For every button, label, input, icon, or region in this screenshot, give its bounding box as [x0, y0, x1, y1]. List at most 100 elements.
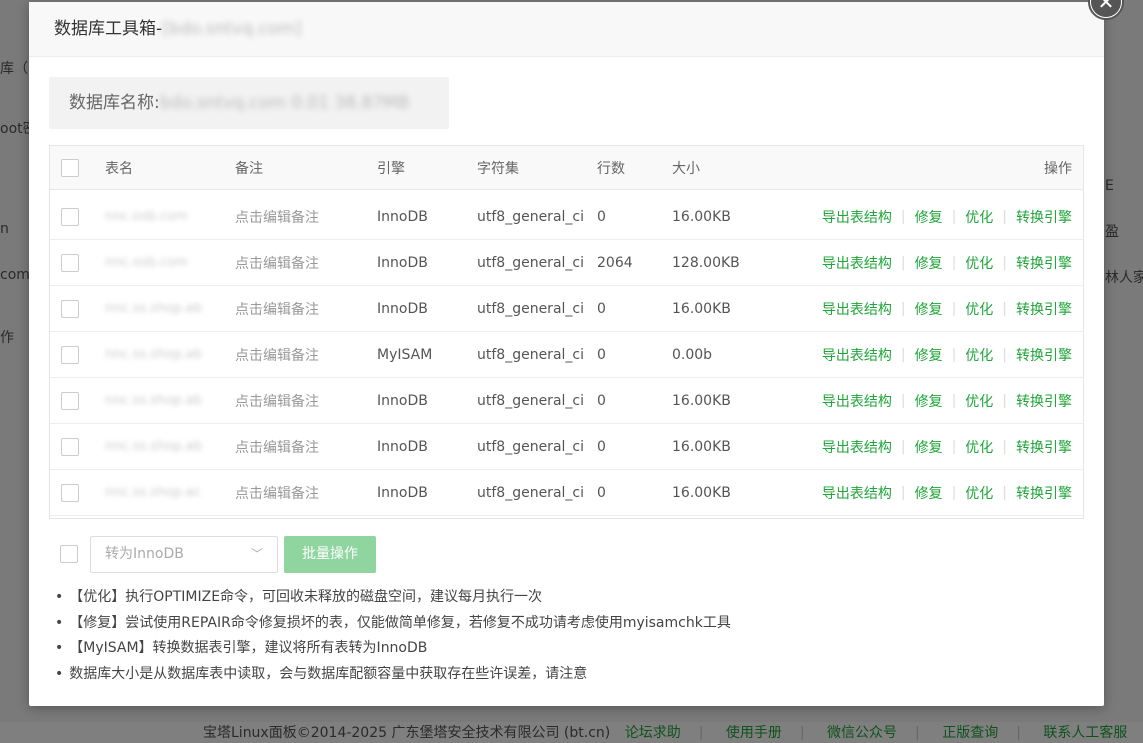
row-checkbox[interactable]: [61, 483, 79, 502]
help-notes: 【优化】执行OPTIMIZE命令，可回收未释放的磁盘空间，建议每月执行一次 【修…: [55, 585, 731, 687]
db-name-box: 数据库名称:bdo.sntvq.com 0.01 38.87MB: [49, 77, 449, 129]
optimize-link[interactable]: 优化: [965, 345, 993, 365]
table-charset: utf8_general_ci: [477, 300, 584, 317]
export-structure-link[interactable]: 导出表结构: [822, 299, 892, 319]
row-operations: 导出表结构 | 修复 | 优化 | 转换引擎: [822, 240, 1072, 285]
optimize-link[interactable]: 优化: [965, 299, 993, 319]
header-size: 大小: [672, 160, 700, 177]
table-engine: MyISAM: [377, 346, 433, 363]
op-separator: |: [1002, 254, 1007, 271]
op-separator: |: [1002, 346, 1007, 363]
export-structure-link[interactable]: 导出表结构: [822, 253, 892, 273]
row-operations: 导出表结构 | 修复 | 优化 | 转换引擎: [822, 424, 1072, 469]
note-item: 【MyISAM】转换数据表引擎，建议将所有表转为InnoDB: [55, 636, 731, 662]
db-name-label: 数据库名称:: [69, 93, 160, 113]
export-structure-link[interactable]: 导出表结构: [822, 345, 892, 365]
edit-note-link[interactable]: 点击编辑备注: [235, 470, 319, 515]
table-size: 16.00KB: [672, 484, 731, 501]
header-ops: 操作: [1044, 160, 1072, 177]
table-engine: InnoDB: [377, 208, 428, 225]
header-note: 备注: [235, 160, 263, 177]
table-rows: 0: [597, 438, 606, 455]
repair-link[interactable]: 修复: [915, 391, 943, 411]
row-checkbox[interactable]: [61, 391, 79, 410]
edit-note-link[interactable]: 点击编辑备注: [235, 286, 319, 331]
convert-engine-link[interactable]: 转换引擎: [1016, 253, 1072, 273]
op-separator: |: [951, 300, 957, 317]
table-engine: InnoDB: [377, 254, 428, 271]
note-item: 数据库大小是从数据库表中读取，会与数据库配额容量中获取存在些许误差，请注意: [55, 662, 731, 688]
row-checkbox[interactable]: [61, 299, 79, 318]
table-name: nnc.ss.shop.ab: [105, 439, 203, 454]
table-engine: InnoDB: [377, 300, 428, 317]
repair-link[interactable]: 修复: [915, 483, 943, 503]
table-rows: 0: [597, 346, 606, 363]
export-structure-link[interactable]: 导出表结构: [822, 207, 892, 227]
edit-note-link[interactable]: 点击编辑备注: [235, 424, 319, 469]
optimize-link[interactable]: 优化: [965, 207, 993, 227]
table-name: nnc.osb.com: [105, 255, 188, 270]
convert-engine-link[interactable]: 转换引擎: [1016, 207, 1072, 227]
select-all-checkbox[interactable]: [61, 158, 79, 177]
batch-operation-button[interactable]: 批量操作: [284, 536, 376, 573]
repair-link[interactable]: 修复: [915, 437, 943, 457]
header-name: 表名: [105, 160, 133, 177]
export-structure-link[interactable]: 导出表结构: [822, 483, 892, 503]
op-separator: |: [951, 484, 957, 501]
batch-checkbox[interactable]: [60, 545, 78, 563]
table-name: nnc.osb.com: [105, 209, 188, 224]
row-operations: 导出表结构 | 修复 | 优化 | 转换引擎: [822, 378, 1072, 423]
header-engine: 引擎: [377, 160, 405, 177]
table-charset: utf8_general_ci: [477, 254, 584, 271]
table-rows: 0: [597, 208, 606, 225]
repair-link[interactable]: 修复: [915, 299, 943, 319]
edit-note-link[interactable]: 点击编辑备注: [235, 194, 319, 239]
row-checkbox[interactable]: [61, 207, 79, 226]
op-separator: |: [951, 346, 957, 363]
optimize-link[interactable]: 优化: [965, 483, 993, 503]
header-charset: 字符集: [477, 160, 519, 177]
table-row: nnc.osb.com 点击编辑备注 InnoDB utf8_general_ci 0 1…: [50, 194, 1083, 240]
convert-engine-link[interactable]: 转换引擎: [1016, 345, 1072, 365]
row-operations: 导出表结构 | 修复 | 优化 | 转换引擎: [822, 332, 1072, 377]
optimize-link[interactable]: 优化: [965, 391, 993, 411]
table-rows: 0: [597, 392, 606, 409]
table-row: nnc.ss.shop.ab 点击编辑备注 InnoDB utf8_general_c…: [50, 286, 1083, 332]
row-checkbox[interactable]: [61, 437, 79, 456]
table-name: nnc.ss.shop.ab: [105, 347, 203, 362]
convert-engine-link[interactable]: 转换引擎: [1016, 483, 1072, 503]
note-item: 【修复】尝试使用REPAIR命令修复损坏的表，仅能做简单修复，若修复不成功请考虑…: [55, 611, 731, 637]
convert-engine-link[interactable]: 转换引擎: [1016, 299, 1072, 319]
op-separator: |: [1002, 438, 1007, 455]
edit-note-link[interactable]: 点击编辑备注: [235, 240, 319, 285]
optimize-link[interactable]: 优化: [965, 437, 993, 457]
edit-note-link[interactable]: 点击编辑备注: [235, 332, 319, 377]
op-separator: |: [951, 438, 957, 455]
row-operations: 导出表结构 | 修复 | 优化 | 转换引擎: [822, 286, 1072, 331]
note-item: 【优化】执行OPTIMIZE命令，可回收未释放的磁盘空间，建议每月执行一次: [55, 585, 731, 611]
op-separator: |: [1002, 300, 1007, 317]
tables-table: 表名 备注 引擎 字符集 行数 大小 操作 nnc.osb.com 点击编辑备注 I…: [49, 145, 1084, 519]
row-checkbox[interactable]: [61, 345, 79, 364]
chevron-down-icon: ﹀: [250, 547, 263, 561]
edit-note-link[interactable]: 点击编辑备注: [235, 378, 319, 423]
table-charset: utf8_general_ci: [477, 346, 584, 363]
repair-link[interactable]: 修复: [915, 345, 943, 365]
repair-link[interactable]: 修复: [915, 207, 943, 227]
export-structure-link[interactable]: 导出表结构: [822, 391, 892, 411]
convert-engine-link[interactable]: 转换引擎: [1016, 391, 1072, 411]
table-engine: InnoDB: [377, 438, 428, 455]
table-size: 16.00KB: [672, 300, 731, 317]
op-separator: |: [951, 208, 957, 225]
convert-engine-link[interactable]: 转换引擎: [1016, 437, 1072, 457]
op-separator: |: [900, 346, 906, 363]
op-separator: |: [951, 392, 957, 409]
table-row: nnc.ss.shop.ab 点击编辑备注 MyISAM utf8_general_c…: [50, 332, 1083, 378]
repair-link[interactable]: 修复: [915, 253, 943, 273]
optimize-link[interactable]: 优化: [965, 253, 993, 273]
table-charset: utf8_general_ci: [477, 392, 584, 409]
export-structure-link[interactable]: 导出表结构: [822, 437, 892, 457]
engine-select[interactable]: 转为InnoDB ﹀: [90, 536, 278, 573]
row-checkbox[interactable]: [61, 253, 79, 272]
table-rows: 0: [597, 300, 606, 317]
